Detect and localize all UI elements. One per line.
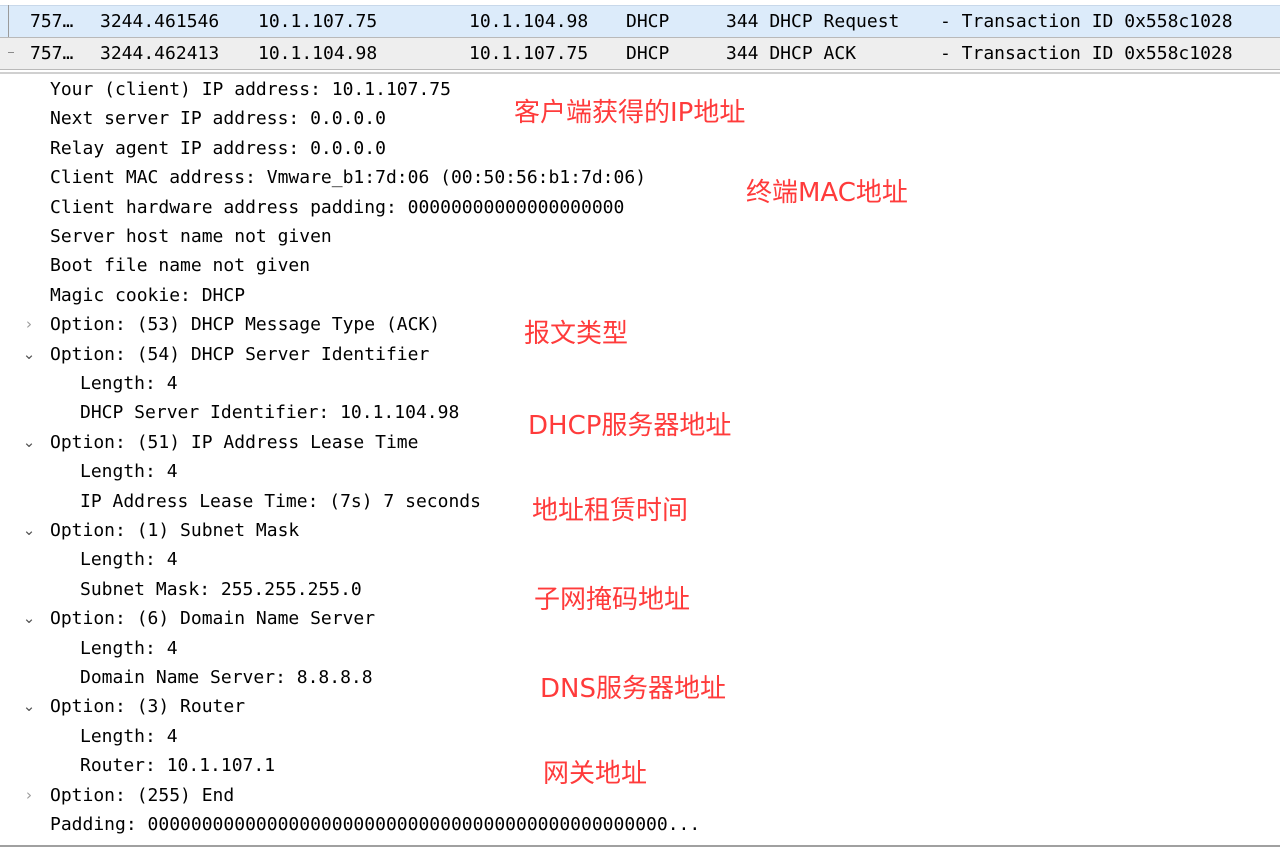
tree-field[interactable]: Boot file name not given	[50, 251, 310, 280]
tree-field[interactable]: Next server IP address: 0.0.0.0	[50, 104, 386, 133]
tree-field[interactable]: Length: 4	[80, 545, 178, 574]
tree-field[interactable]: Client hardware address padding: 0000000…	[50, 193, 624, 222]
tree-node-option[interactable]: Option: (1) Subnet Mask	[50, 516, 299, 545]
annotation-dhcp-server: DHCP服务器地址	[528, 411, 732, 441]
tree-field[interactable]: Padding: 0000000000000000000000000000000…	[50, 810, 700, 839]
expand-arrow-icon[interactable]: ›	[20, 781, 38, 810]
tree-field[interactable]: Length: 4	[80, 722, 178, 751]
packet-transaction: - Transaction ID 0x558c1028	[940, 11, 1233, 32]
packet-time: 3244.462413	[100, 43, 220, 64]
tree-field[interactable]: Server host name not given	[50, 222, 332, 251]
packet-destination: 10.1.107.75	[469, 43, 589, 64]
packet-protocol: DHCP	[626, 11, 670, 32]
related-packet-line	[8, 5, 9, 37]
tree-field[interactable]: Magic cookie: DHCP	[50, 281, 245, 310]
packet-row-request[interactable]: 757… 3244.461546 10.1.107.75 10.1.104.98…	[0, 5, 1280, 37]
tree-node-option[interactable]: Option: (54) DHCP Server Identifier	[50, 340, 429, 369]
annotation-lease-time: 地址租赁时间	[532, 496, 689, 526]
packet-time: 3244.461546	[100, 11, 220, 32]
tree-field[interactable]: Length: 4	[80, 634, 178, 663]
tree-node-option[interactable]: Option: (3) Router	[50, 692, 245, 721]
tree-field[interactable]: Domain Name Server: 8.8.8.8	[80, 663, 373, 692]
related-packet-connector	[8, 52, 14, 53]
annotation-dns-server: DNS服务器地址	[540, 674, 726, 704]
collapse-arrow-icon[interactable]: ⌄	[20, 692, 38, 721]
packet-source: 10.1.104.98	[258, 43, 378, 64]
annotation-message-type: 报文类型	[524, 319, 629, 349]
packet-transaction: - Transaction ID 0x558c1028	[940, 43, 1233, 64]
pane-bottom-border	[0, 845, 1280, 847]
packet-list: 757… 3244.461546 10.1.107.75 10.1.104.98…	[0, 0, 1280, 74]
annotation-client-ip: 客户端获得的IP地址	[514, 98, 746, 128]
packet-no: 757…	[30, 11, 74, 32]
tree-node-option[interactable]: Option: (255) End	[50, 781, 234, 810]
pane-separator[interactable]	[0, 72, 1280, 74]
tree-field[interactable]: Length: 4	[80, 369, 178, 398]
annotation-mac: 终端MAC地址	[746, 178, 908, 208]
tree-field[interactable]: Router: 10.1.107.1	[80, 751, 275, 780]
tree-field[interactable]: DHCP Server Identifier: 10.1.104.98	[80, 398, 459, 427]
tree-node-option[interactable]: Option: (6) Domain Name Server	[50, 604, 375, 633]
tree-field[interactable]: Subnet Mask: 255.255.255.0	[80, 575, 362, 604]
tree-field[interactable]: IP Address Lease Time: (7s) 7 seconds	[80, 487, 481, 516]
packet-length-info: 344 DHCP ACK	[726, 43, 857, 64]
packet-details-tree: Your (client) IP address: 10.1.107.75 Nex…	[0, 75, 1280, 847]
annotation-subnet-mask: 子网掩码地址	[534, 585, 691, 615]
collapse-arrow-icon[interactable]: ⌄	[20, 340, 38, 369]
tree-node-option[interactable]: Option: (51) IP Address Lease Time	[50, 428, 418, 457]
packet-row-ack[interactable]: 757… 3244.462413 10.1.104.98 10.1.107.75…	[0, 37, 1280, 70]
tree-field[interactable]: Relay agent IP address: 0.0.0.0	[50, 134, 386, 163]
tree-field[interactable]: Length: 4	[80, 457, 178, 486]
collapse-arrow-icon[interactable]: ⌄	[20, 516, 38, 545]
tree-node-option[interactable]: Option: (53) DHCP Message Type (ACK)	[50, 310, 440, 339]
collapse-arrow-icon[interactable]: ⌄	[20, 604, 38, 633]
expand-arrow-icon[interactable]: ›	[20, 310, 38, 339]
packet-destination: 10.1.104.98	[469, 11, 589, 32]
tree-field[interactable]: Your (client) IP address: 10.1.107.75	[50, 75, 451, 104]
collapse-arrow-icon[interactable]: ⌄	[20, 428, 38, 457]
packet-no: 757…	[30, 43, 74, 64]
annotation-gateway: 网关地址	[543, 759, 648, 789]
packet-source: 10.1.107.75	[258, 11, 378, 32]
tree-field[interactable]: Client MAC address: Vmware_b1:7d:06 (00:…	[50, 163, 646, 192]
packet-length-info: 344 DHCP Request	[726, 11, 900, 32]
packet-protocol: DHCP	[626, 43, 670, 64]
